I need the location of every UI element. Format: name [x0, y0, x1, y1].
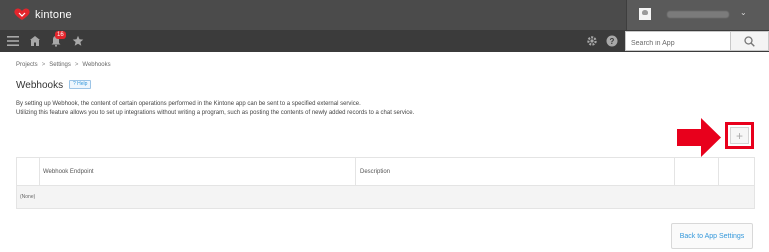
add-webhook-button[interactable]: +: [730, 127, 749, 144]
menu-icon[interactable]: [6, 34, 20, 48]
chevron-down-icon: ⌄: [740, 8, 747, 17]
column-divider: [718, 158, 719, 185]
notification-badge: 16: [55, 31, 66, 39]
breadcrumb: Projects > Settings > Webhooks: [16, 62, 111, 68]
page-title: Webhooks: [16, 80, 64, 91]
user-name-blurred: [667, 11, 729, 18]
breadcrumb-settings[interactable]: Settings: [49, 62, 71, 68]
back-to-app-settings-button[interactable]: Back to App Settings: [671, 223, 753, 249]
column-header-description: Description: [360, 169, 391, 175]
description-line-2: Utilizing this feature allows you to set…: [16, 110, 415, 116]
kintone-logo-icon: [14, 8, 30, 20]
search-button[interactable]: [731, 31, 769, 51]
help-icon[interactable]: ?: [605, 34, 619, 48]
empty-row-text: (None): [20, 194, 36, 200]
breadcrumb-webhooks: Webhooks: [82, 62, 111, 68]
favorites-icon[interactable]: [71, 34, 85, 48]
table-header: Webhook Endpoint Description: [16, 157, 755, 186]
brand-name: kintone: [35, 8, 72, 21]
breadcrumb-separator: >: [74, 62, 79, 68]
svg-text:?: ?: [610, 37, 615, 46]
column-divider: [39, 158, 40, 185]
column-divider: [355, 158, 356, 185]
settings-icon[interactable]: [585, 34, 599, 48]
avatar: [639, 8, 651, 20]
description-line-1: By setting up Webhook, the content of ce…: [16, 101, 361, 107]
search-icon: [744, 35, 755, 47]
column-header-endpoint: Webhook Endpoint: [43, 169, 94, 175]
webhooks-table: Webhook Endpoint Description (None): [16, 157, 755, 209]
home-icon[interactable]: [28, 34, 42, 48]
kintone-logo[interactable]: kintone: [13, 8, 72, 21]
breadcrumb-separator: >: [41, 62, 46, 68]
column-divider: [674, 158, 675, 185]
table-row: (None): [16, 186, 755, 209]
search-box: [625, 31, 731, 53]
user-menu[interactable]: ⌄: [626, 0, 769, 30]
red-arrow-icon: [677, 118, 721, 157]
breadcrumb-projects[interactable]: Projects: [16, 62, 38, 68]
plus-icon: +: [735, 128, 743, 143]
search-input[interactable]: [626, 34, 730, 53]
top-header: kintone ⌄: [0, 0, 769, 30]
help-button[interactable]: ? Help: [69, 80, 92, 89]
